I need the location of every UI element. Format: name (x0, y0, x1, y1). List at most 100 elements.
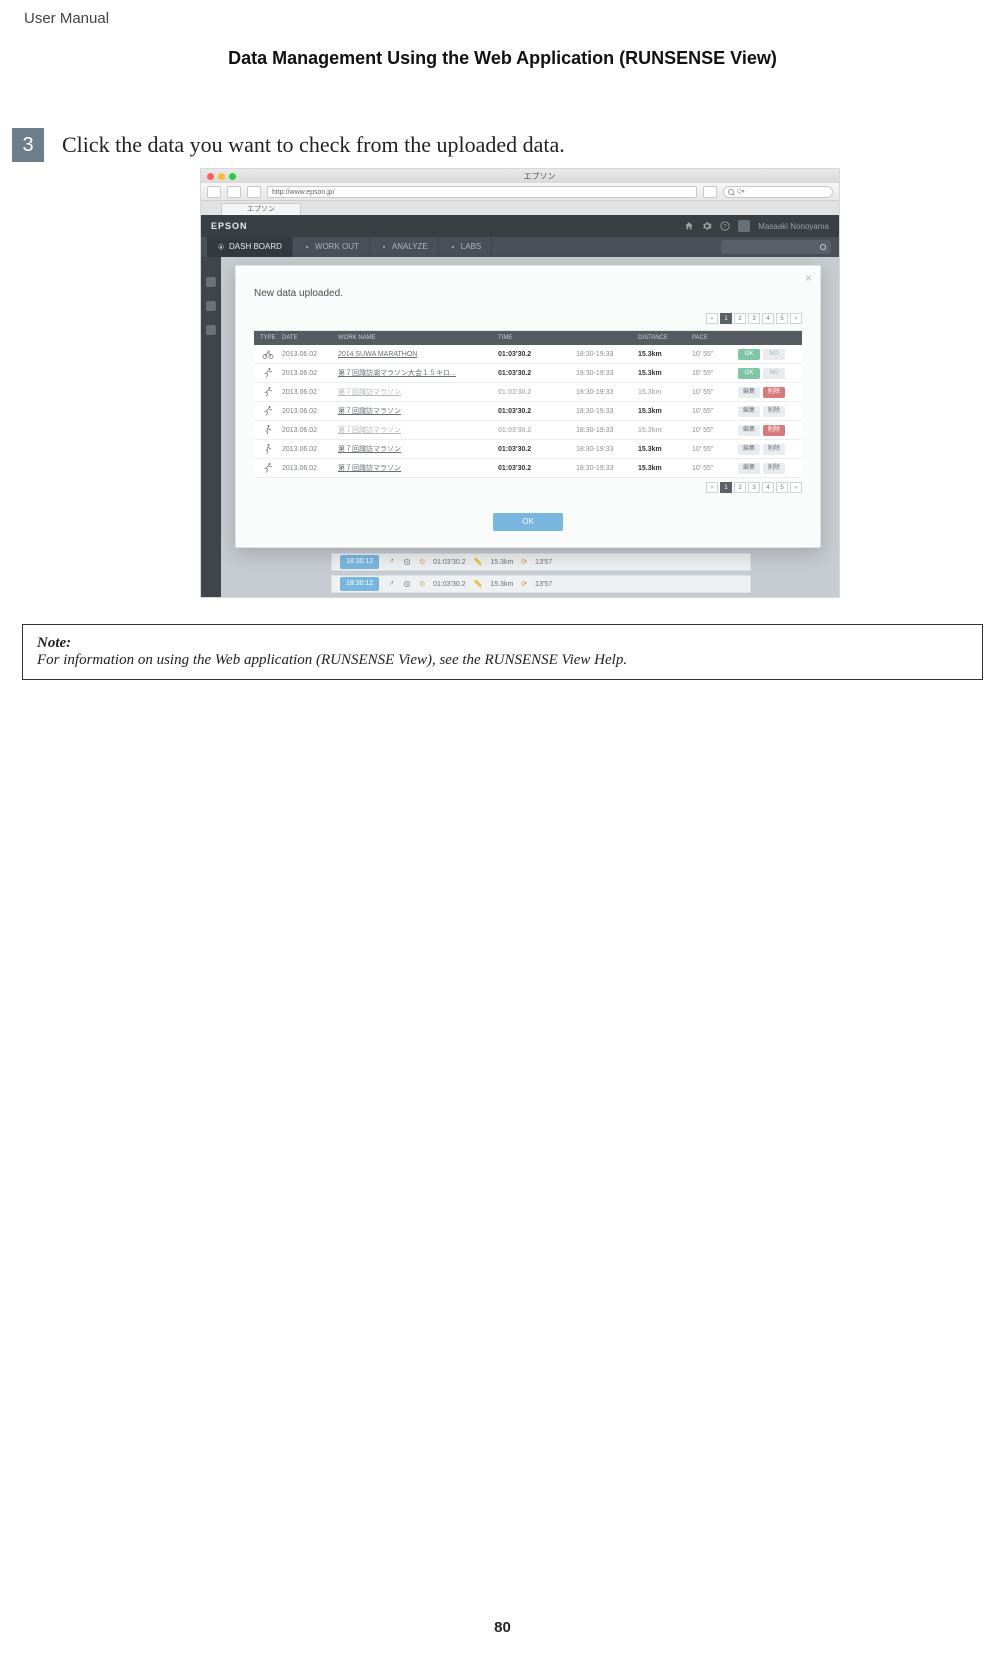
search-icon (820, 244, 826, 250)
back-button[interactable] (207, 186, 221, 198)
run-icon (260, 405, 276, 417)
walk-icon (260, 443, 276, 455)
cell-work-name[interactable]: 2014 SUWA MARATHON (338, 351, 492, 358)
nav-tab-analyze[interactable]: ANALYZE (370, 237, 439, 257)
table-row[interactable]: 2013.06.02第７回諏訪湖マラソン大会１５キロ...01:03'30.21… (254, 364, 802, 383)
user-avatar[interactable] (738, 220, 750, 232)
nav-tab-dashboard[interactable]: DASH BOARD (207, 237, 293, 257)
site-search-field[interactable] (721, 240, 831, 254)
table-row[interactable]: 2013.06.02第７回諏訪マラソン01:03'30.218:30-19:33… (254, 383, 802, 402)
table-row[interactable]: 2013.06.022014 SUWA MARATHON01:03'30.218… (254, 345, 802, 364)
ok-tag[interactable]: OK (738, 349, 760, 360)
delete-tag[interactable]: 削除 (763, 463, 785, 474)
search-placeholder: Q▾ (737, 188, 745, 195)
cell-time: 01:03'30.2 (498, 446, 570, 453)
table-row[interactable]: 2013.06.02第７回諏訪マラソン01:03'30.218:30-19:33… (254, 402, 802, 421)
rail-icon[interactable] (206, 277, 216, 287)
summary-duration: 01:03'30.2 (433, 559, 465, 566)
cell-date: 2013.06.02 (282, 389, 332, 396)
cell-work-name[interactable]: 第７回諏訪マラソン (338, 425, 492, 435)
table-row[interactable]: 2013.06.02第７回諏訪マラソン01:03'30.218:30-19:33… (254, 421, 802, 440)
pager-page[interactable]: 2 (734, 482, 746, 493)
browser-tab[interactable]: エプソン (221, 203, 301, 215)
pager-page[interactable]: 3 (748, 313, 760, 324)
cell-actions: 編集削除 (738, 425, 796, 436)
embedded-screenshot: エプソン http://www.epson.jp/ Q▾ エプソン EPSON … (200, 168, 840, 598)
cell-work-name[interactable]: 第７回諏訪マラソン (338, 444, 492, 454)
ok-button[interactable]: OK (493, 513, 563, 531)
delete-tag[interactable]: 削除 (763, 444, 785, 455)
delete-tag[interactable]: 削除 (763, 406, 785, 417)
cell-work-name[interactable]: 第７回諏訪マラソン (338, 406, 492, 416)
note-label: Note: (37, 635, 968, 652)
pager-page[interactable]: 3 (748, 482, 760, 493)
pager-page[interactable]: 4 (762, 313, 774, 324)
close-traffic-icon[interactable] (207, 173, 214, 180)
cell-pace: 10' 55" (692, 408, 732, 415)
bookmark-button[interactable] (247, 186, 261, 198)
zoom-traffic-icon[interactable] (229, 173, 236, 180)
modal-title: New data uploaded. (236, 266, 820, 309)
address-field[interactable]: http://www.epson.jp/ (267, 186, 697, 198)
site-nav: DASH BOARD WORK OUT ANALYZE LABS (201, 237, 839, 257)
mac-titlebar: エプソン (201, 169, 839, 183)
pager-page[interactable]: 5 (776, 482, 788, 493)
table-row[interactable]: 2013.06.02第７回諏訪マラソン01:03'30.218:30-19:33… (254, 459, 802, 478)
cell-pace: 10' 55" (692, 427, 732, 434)
browser-search-field[interactable]: Q▾ (723, 186, 833, 198)
settings-gear-icon[interactable] (702, 221, 712, 231)
pager-page[interactable]: 1 (720, 482, 732, 493)
cell-clock: 18:30-19:33 (576, 370, 632, 377)
ruler-icon: 📏 (474, 558, 483, 566)
edit-tag[interactable]: 編集 (738, 463, 760, 474)
summary-row: 18:30:12 ⊙ 01:03'30.2 📏 15.3km ⟳ 13'57 (331, 575, 751, 593)
pager-prev[interactable]: « (706, 482, 718, 493)
edit-tag[interactable]: 編集 (738, 406, 760, 417)
rail-icon[interactable] (206, 325, 216, 335)
pager-page[interactable]: 5 (776, 313, 788, 324)
table-row[interactable]: 2013.06.02第７回諏訪マラソン01:03'30.218:30-19:33… (254, 440, 802, 459)
cell-actions: 編集削除 (738, 406, 796, 417)
th-time: TIME (498, 335, 570, 341)
close-icon[interactable]: × (805, 272, 812, 284)
pace-icon: ⟳ (521, 558, 527, 566)
edit-tag[interactable]: 編集 (738, 387, 760, 398)
cell-work-name[interactable]: 第７回諏訪マラソン (338, 463, 492, 473)
summary-row: 18:30:12 ⊙ 01:03'30.2 📏 15.3km ⟳ 13'57 (331, 553, 751, 571)
edit-tag[interactable]: 編集 (738, 444, 760, 455)
cell-clock: 18:30-19:33 (576, 446, 632, 453)
pager-next[interactable]: » (790, 313, 802, 324)
cell-pace: 10' 55" (692, 389, 732, 396)
pager-prev[interactable]: « (706, 313, 718, 324)
pager-page[interactable]: 1 (720, 313, 732, 324)
reload-button[interactable] (703, 186, 717, 198)
delete-tag[interactable]: 削除 (763, 425, 785, 436)
window-title: エプソン (240, 171, 839, 182)
cell-work-name[interactable]: 第７回諏訪マラソン (338, 387, 492, 397)
edit-tag[interactable]: 編集 (738, 425, 760, 436)
nav-tab-workout[interactable]: WORK OUT (293, 237, 370, 257)
help-icon[interactable]: ? (720, 221, 730, 231)
delete-tag[interactable]: 削除 (763, 387, 785, 398)
pager-next[interactable]: » (790, 482, 802, 493)
ok-tag[interactable]: OK (738, 368, 760, 379)
pager-page[interactable]: 2 (734, 313, 746, 324)
pager-page[interactable]: 4 (762, 482, 774, 493)
page-number: 80 (0, 1619, 1005, 1636)
cell-date: 2013.06.02 (282, 408, 332, 415)
pager-top: « 1 2 3 4 5 » (236, 309, 820, 330)
cell-clock: 18:30-19:33 (576, 389, 632, 396)
cell-pace: 10' 55" (692, 351, 732, 358)
cell-actions: 編集削除 (738, 387, 796, 398)
step-text: Click the data you want to check from th… (62, 132, 565, 158)
forward-button[interactable] (227, 186, 241, 198)
cell-clock: 18:30-19:33 (576, 427, 632, 434)
rail-icon[interactable] (206, 301, 216, 311)
nav-tab-labs[interactable]: LABS (439, 237, 492, 257)
cell-distance: 15.3km (638, 408, 686, 415)
cell-work-name[interactable]: 第７回諏訪湖マラソン大会１５キロ... (338, 368, 492, 378)
minimize-traffic-icon[interactable] (218, 173, 225, 180)
no-tag[interactable]: NO (763, 368, 785, 379)
no-tag[interactable]: NO (763, 349, 785, 360)
home-icon[interactable] (684, 221, 694, 231)
